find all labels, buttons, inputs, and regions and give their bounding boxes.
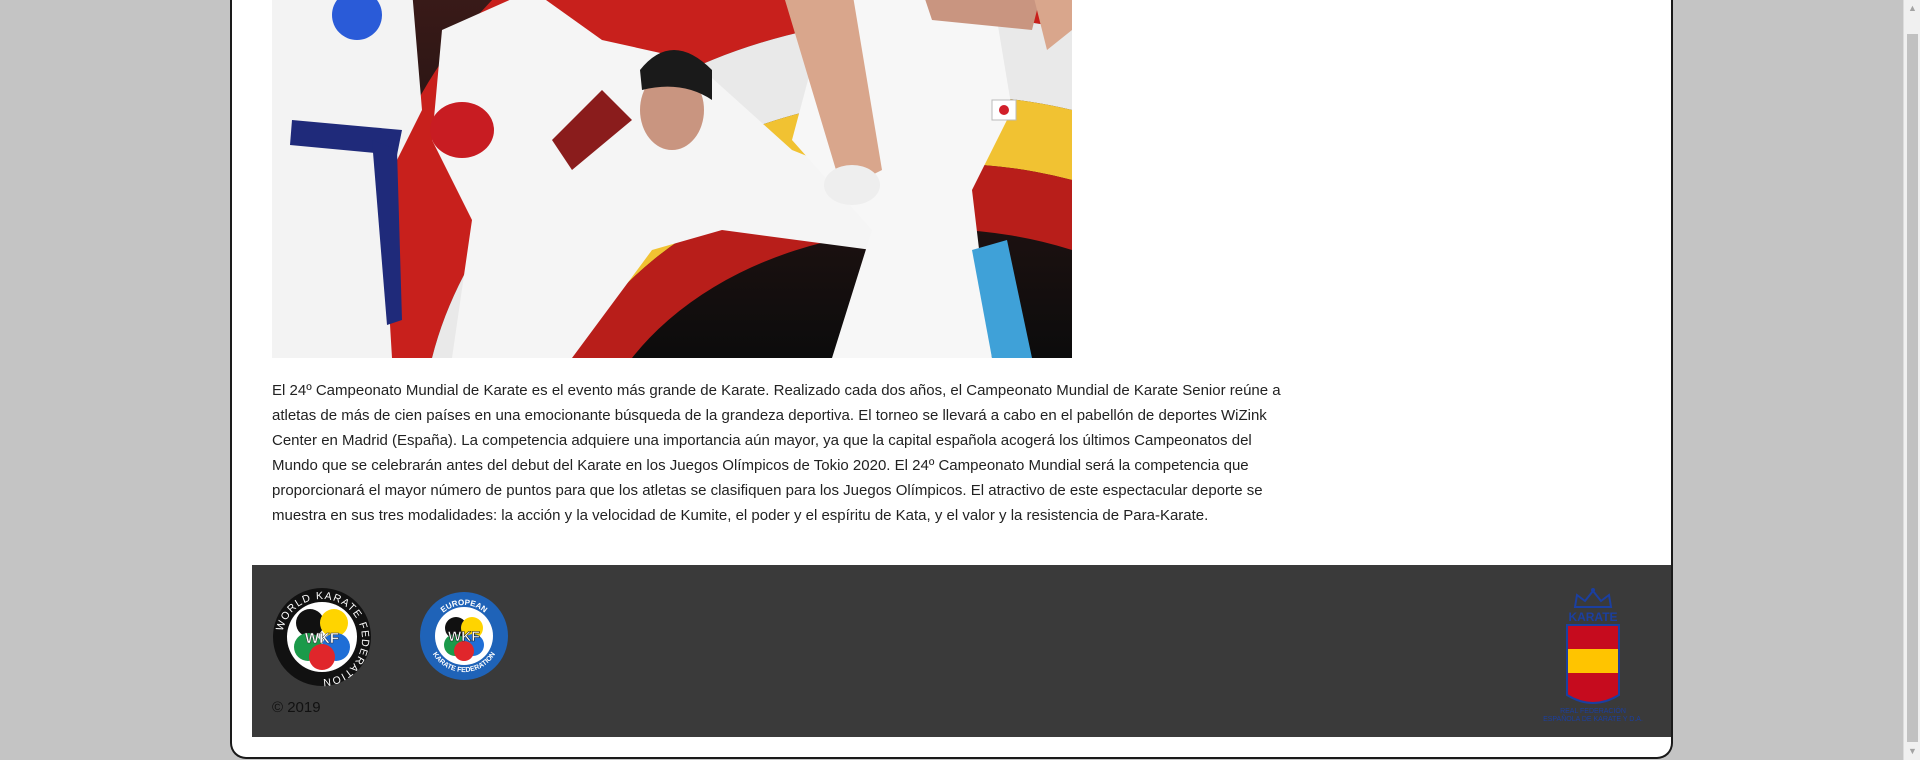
ekf-logo-link[interactable]: WKF EUROPEAN KARATE FEDERATION bbox=[419, 590, 509, 682]
scrollbar-thumb[interactable] bbox=[1907, 34, 1918, 742]
rfek-logo-title: KARATE bbox=[1568, 610, 1617, 624]
rfek-logo-line2: ESPAÑOLA DE KARATE Y D.A. bbox=[1543, 714, 1643, 723]
ekf-logo-center-text: WKF bbox=[448, 628, 480, 644]
copyright-text: © 2019 bbox=[272, 699, 321, 716]
ekf-logo-icon: WKF EUROPEAN KARATE FEDERATION bbox=[420, 592, 508, 680]
page-container: El 24º Campeonato Mundial de Karate es e… bbox=[230, 0, 1673, 759]
scroll-up-icon[interactable]: ▲ bbox=[1904, 0, 1920, 17]
hero-image-karate-fighters bbox=[272, 0, 1072, 358]
site-footer: WKF WORLD KARATE FEDERATION WKF EUROPEAN… bbox=[252, 565, 1671, 737]
wkf-logo-center-text: WKF bbox=[305, 630, 339, 647]
rfek-logo-icon: KARATE REAL FEDERACIÓN ESPAÑOLA DE KARAT… bbox=[1543, 588, 1643, 723]
scroll-down-icon[interactable]: ▼ bbox=[1904, 743, 1920, 760]
vertical-scrollbar[interactable]: ▲ ▼ bbox=[1903, 0, 1920, 760]
wkf-logo-icon: WKF WORLD KARATE FEDERATION bbox=[273, 588, 371, 687]
rfek-logo-link[interactable]: KARATE REAL FEDERACIÓN ESPAÑOLA DE KARAT… bbox=[1533, 587, 1661, 727]
wkf-logo-link[interactable]: WKF WORLD KARATE FEDERATION bbox=[272, 587, 372, 687]
rfek-logo-line1: REAL FEDERACIÓN bbox=[1560, 706, 1626, 715]
article-paragraph: El 24º Campeonato Mundial de Karate es e… bbox=[272, 382, 1281, 524]
